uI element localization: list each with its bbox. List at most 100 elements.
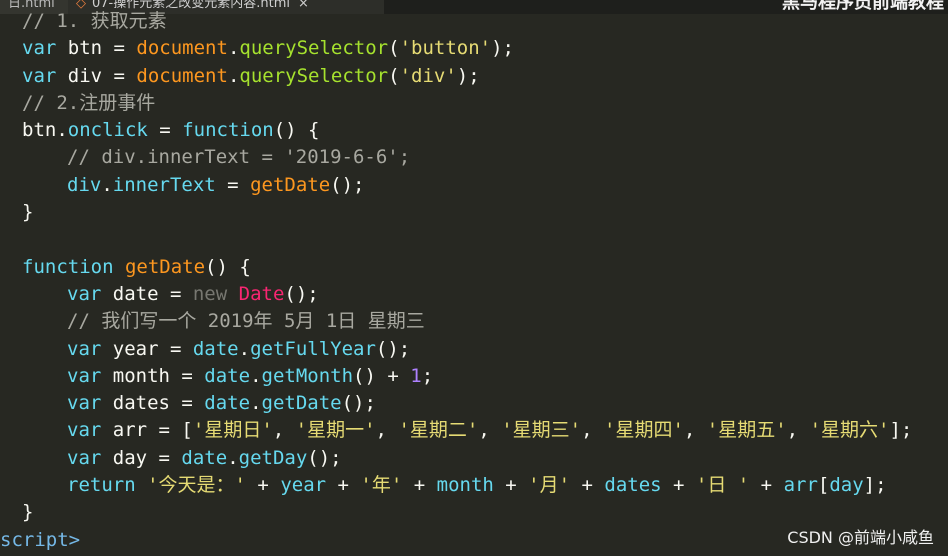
token: = bbox=[113, 64, 137, 87]
token: date bbox=[192, 337, 239, 360]
token: = bbox=[169, 282, 193, 305]
token: (); bbox=[307, 446, 342, 469]
token: getDay bbox=[238, 446, 308, 469]
token: '星期五' bbox=[706, 419, 787, 442]
token: date bbox=[101, 282, 170, 305]
token: 'div' bbox=[399, 64, 457, 87]
code-line: btn.onclick = function() { bbox=[0, 117, 948, 144]
code-line: var dates = date.getDate(); bbox=[0, 390, 948, 417]
token: ]; bbox=[889, 419, 913, 442]
token: innerText bbox=[112, 173, 216, 196]
token: '星期三' bbox=[501, 419, 582, 442]
code-line: var btn = document.querySelector('button… bbox=[0, 35, 948, 62]
token: = bbox=[169, 337, 193, 360]
token: var bbox=[67, 364, 102, 387]
token: . bbox=[250, 364, 262, 387]
token: , bbox=[375, 419, 399, 442]
code-line: div.innerText = getDate(); bbox=[0, 172, 948, 199]
token: [ bbox=[817, 474, 830, 497]
token: arr bbox=[783, 474, 818, 497]
token: return bbox=[67, 474, 136, 497]
code-line: var month = date.getMonth() + 1; bbox=[0, 363, 948, 390]
token: [ bbox=[181, 419, 193, 442]
token: getMonth bbox=[261, 364, 354, 387]
token: + bbox=[661, 474, 696, 497]
token: + bbox=[493, 474, 529, 497]
code-line: var year = date.getFullYear(); bbox=[0, 336, 948, 363]
token: var bbox=[67, 392, 102, 415]
token: = bbox=[158, 446, 182, 469]
token: . bbox=[101, 173, 113, 196]
token: document bbox=[136, 37, 228, 60]
token: 1 bbox=[410, 364, 422, 387]
token: = bbox=[181, 364, 205, 387]
token: 'button' bbox=[399, 37, 492, 60]
token: var bbox=[67, 282, 102, 305]
token: (); bbox=[375, 337, 411, 360]
token: ]; bbox=[863, 474, 887, 497]
code-line: // 2.注册事件 bbox=[22, 91, 156, 114]
token: dates bbox=[101, 392, 182, 415]
token: () + bbox=[353, 364, 411, 387]
token: getDate bbox=[261, 392, 342, 415]
token: , bbox=[581, 419, 604, 442]
token: , bbox=[478, 419, 502, 442]
token: btn bbox=[56, 37, 114, 60]
token: '星期日' bbox=[192, 419, 273, 442]
code-line: var day = date.getDay(); bbox=[0, 445, 948, 472]
token: month bbox=[101, 364, 182, 387]
token: + bbox=[570, 474, 605, 497]
token: month bbox=[436, 474, 494, 497]
token: . bbox=[250, 392, 262, 415]
token: = bbox=[181, 392, 205, 415]
token: var bbox=[67, 337, 102, 360]
token: (); bbox=[341, 392, 376, 415]
code-line: } bbox=[22, 201, 34, 224]
token: btn bbox=[22, 119, 57, 142]
token: dates bbox=[604, 474, 662, 497]
token: . bbox=[227, 37, 240, 60]
token: var bbox=[22, 37, 57, 60]
token: getDate bbox=[250, 173, 331, 196]
token: + bbox=[749, 474, 784, 497]
token: ( bbox=[388, 37, 400, 60]
token: var bbox=[67, 419, 102, 442]
token: Date bbox=[238, 282, 285, 305]
code-line: var arr = ['星期日', '星期一', '星期二', '星期三', '… bbox=[0, 417, 948, 444]
token: getFullYear bbox=[250, 337, 376, 360]
token: '年' bbox=[360, 474, 403, 497]
code-line: var div = document.querySelector('div'); bbox=[0, 63, 948, 90]
token: + bbox=[326, 474, 361, 497]
token: (); bbox=[284, 282, 319, 305]
token: ; bbox=[421, 364, 434, 387]
code-editor[interactable]: // 1. 获取元素 var btn = document.querySelec… bbox=[0, 8, 948, 554]
token: '日 ' bbox=[695, 474, 750, 497]
token: + bbox=[402, 474, 437, 497]
token: . bbox=[227, 446, 239, 469]
token: , bbox=[683, 419, 707, 442]
token: onclick bbox=[67, 119, 148, 142]
token: () { bbox=[273, 119, 320, 142]
token: new bbox=[192, 282, 228, 305]
token: + bbox=[245, 474, 281, 497]
token: '今天是：' bbox=[147, 474, 246, 497]
token: function bbox=[182, 119, 274, 142]
code-line: return '今天是：' + year + '年' + month + '月'… bbox=[0, 472, 948, 499]
token: var bbox=[67, 446, 102, 469]
token: . bbox=[56, 119, 68, 142]
watermark: CSDN @前端小咸鱼 bbox=[787, 528, 934, 547]
token: (); bbox=[330, 173, 365, 196]
token: . bbox=[227, 64, 240, 87]
token: '星期六' bbox=[809, 419, 890, 442]
code-line: // div.innerText = '2019-6-6'; bbox=[67, 146, 411, 169]
token: year bbox=[280, 474, 327, 497]
token: day bbox=[829, 474, 864, 497]
token: date bbox=[204, 392, 251, 415]
token: date bbox=[204, 364, 251, 387]
token: = bbox=[158, 419, 182, 442]
code-line: // 1. 获取元素 bbox=[22, 10, 167, 32]
token: . bbox=[238, 337, 251, 360]
token: day bbox=[101, 446, 159, 469]
